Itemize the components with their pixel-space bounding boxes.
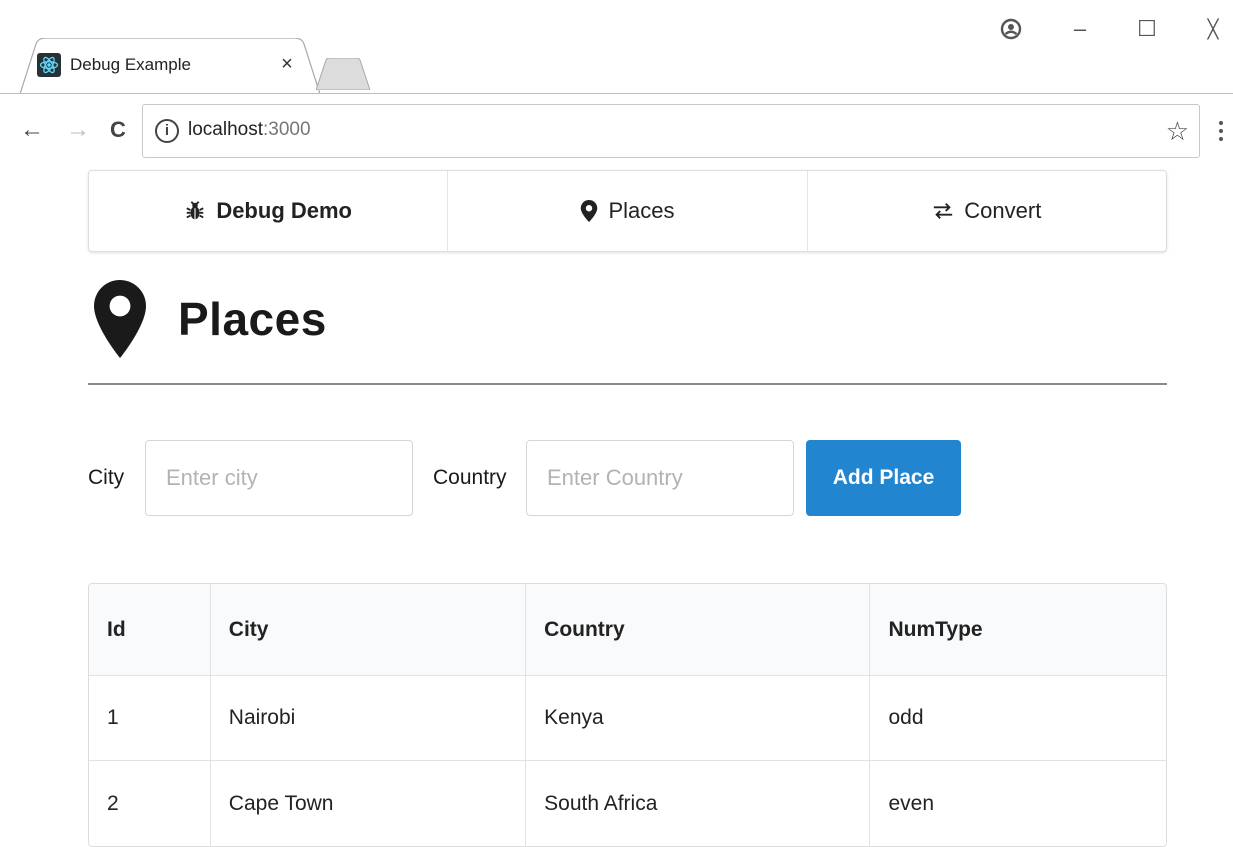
- url-port: :3000: [263, 119, 311, 140]
- add-place-button[interactable]: Add Place: [806, 440, 961, 516]
- tab-title: Debug Example: [70, 55, 191, 74]
- url-host: localhost: [188, 119, 263, 140]
- exchange-icon: [934, 203, 953, 219]
- country-label: Country: [433, 466, 507, 489]
- forward-arrow-icon[interactable]: →: [64, 116, 92, 144]
- page-header: Places: [88, 270, 1167, 385]
- nav-item-label: Debug Demo: [216, 198, 352, 223]
- map-pin-icon: [581, 200, 598, 222]
- country-input[interactable]: [526, 440, 794, 516]
- table-row: 2 Cape Town South Africa even: [89, 761, 1166, 846]
- cell-numtype: even: [888, 791, 935, 815]
- table-row: 1 Nairobi Kenya odd: [89, 676, 1166, 761]
- back-arrow-icon[interactable]: ←: [18, 116, 46, 144]
- table-header-row: Id City Country NumType: [89, 584, 1166, 676]
- cell-country: South Africa: [526, 761, 871, 846]
- column-header-id[interactable]: Id: [89, 584, 211, 676]
- cell-city: Nairobi: [210, 676, 527, 761]
- nav-item-debug-demo[interactable]: Debug Demo: [89, 171, 449, 251]
- bookmark-star-icon[interactable]: ☆: [1166, 116, 1189, 147]
- city-input[interactable]: [145, 440, 413, 516]
- bug-icon: [186, 201, 204, 220]
- city-label: City: [88, 466, 125, 489]
- cell-id: 1: [89, 676, 211, 761]
- browser-menu-icon[interactable]: [1214, 117, 1228, 147]
- cell-city: Cape Town: [211, 761, 527, 846]
- column-header-numtype[interactable]: NumType: [870, 584, 1166, 676]
- cell-id: 2: [89, 761, 211, 846]
- cell-numtype: odd: [870, 676, 1166, 761]
- column-header-country[interactable]: Country: [526, 584, 871, 676]
- react-favicon-icon: [37, 53, 61, 77]
- nav-item-convert[interactable]: Convert: [808, 171, 1166, 251]
- new-tab-button[interactable]: [315, 57, 371, 91]
- column-header-city[interactable]: City: [210, 584, 527, 676]
- tab-close-icon[interactable]: ×: [276, 53, 298, 75]
- places-table: Id City Country NumType 1 Nairobi Kenya …: [88, 583, 1167, 847]
- cell-country: Kenya: [526, 676, 871, 761]
- nav-item-label: Convert: [964, 198, 1042, 223]
- page-title: Places: [178, 293, 327, 345]
- close-window-icon[interactable]: ╳: [1198, 14, 1228, 44]
- url-text[interactable]: localhost:3000: [188, 119, 311, 141]
- info-icon[interactable]: i: [155, 119, 179, 143]
- app-navbar: Debug Demo Places Convert: [88, 170, 1167, 252]
- browser-tabstrip: Debug Example × – ☐ ╳: [0, 0, 1233, 96]
- maximize-icon[interactable]: ☐: [1132, 14, 1162, 44]
- minimize-icon[interactable]: –: [1065, 14, 1095, 44]
- nav-item-label: Places: [608, 198, 675, 223]
- profile-icon[interactable]: [996, 14, 1026, 44]
- map-pin-icon: [94, 280, 146, 358]
- reload-icon[interactable]: C: [104, 116, 132, 144]
- address-bar[interactable]: i localhost:3000 ☆: [142, 104, 1200, 158]
- nav-item-places[interactable]: Places: [448, 171, 808, 251]
- add-place-form: City Country Add Place: [88, 440, 1167, 518]
